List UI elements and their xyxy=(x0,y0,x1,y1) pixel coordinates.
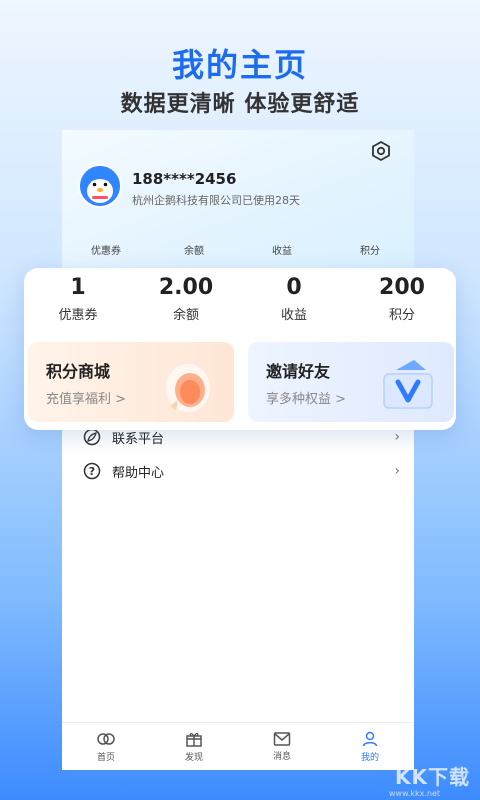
stat-income[interactable]: 0 收益 xyxy=(240,274,348,323)
mini-stat-coupon: 优惠券 xyxy=(91,246,121,257)
profile-header: 188****2456 杭州企鹅科技有限公司已使用28天 优惠券 余额 收益 积… xyxy=(62,130,414,280)
vip-card-icon xyxy=(383,360,433,409)
stat-value: 1 xyxy=(70,275,86,300)
stat-value: 0 xyxy=(286,275,302,300)
promo-title: 我的主页 xyxy=(171,46,308,84)
mail-icon xyxy=(273,732,291,746)
company-usage-text: 杭州企鹅科技有限公司已使用28天 xyxy=(132,194,300,207)
mini-stat-income: 收益 xyxy=(272,246,292,257)
tab-label: 我的 xyxy=(360,753,379,763)
tab-label: 首页 xyxy=(96,753,115,763)
stat-points[interactable]: 200 积分 xyxy=(348,274,456,323)
menu-list: 联系平台 › ? 帮助中心 › xyxy=(62,420,414,488)
mini-stats-row: 优惠券 余额 收益 积分 xyxy=(62,242,414,257)
avatar[interactable] xyxy=(78,164,122,208)
menu-item-label: 帮助中心 xyxy=(112,465,165,481)
stat-value: 200 xyxy=(379,275,425,300)
promo-subtitle: 数据更清晰 体验更舒适 xyxy=(120,92,360,117)
stat-balance[interactable]: 2.00 余额 xyxy=(132,274,240,323)
settings-icon xyxy=(372,140,390,162)
tab-label: 发现 xyxy=(184,753,203,763)
svg-text:?: ? xyxy=(89,465,95,478)
leaf-icon xyxy=(82,427,102,447)
stat-label: 积分 xyxy=(388,308,415,323)
gift-icon xyxy=(186,733,202,747)
stats-row: 1 优惠券 2.00 余额 0 收益 200 积分 xyxy=(24,274,456,323)
phone-screen: 188****2456 杭州企鹅科技有限公司已使用28天 优惠券 余额 收益 积… xyxy=(62,130,414,770)
stats-overlay-card: 1 优惠券 2.00 余额 0 收益 200 积分 积分商城 充值享福利 > 邀… xyxy=(24,268,456,430)
stat-coupon[interactable]: 1 优惠券 xyxy=(24,274,132,323)
watermark-logo: KK下载 xyxy=(395,765,470,789)
stat-label: 收益 xyxy=(280,308,307,323)
points-mall-card[interactable]: 积分商城 充值享福利 > xyxy=(28,342,234,422)
settings-button[interactable] xyxy=(368,138,394,164)
user-phone: 188****2456 xyxy=(132,170,237,188)
penguin-avatar-icon xyxy=(80,166,120,206)
bottom-tabbar: 首页 发现 消息 我的 xyxy=(62,722,414,770)
mini-stat-balance: 余额 xyxy=(184,246,204,257)
chevron-right-icon: › xyxy=(394,463,400,479)
invite-friends-card[interactable]: 邀请好友 享多种权益 > xyxy=(248,342,454,422)
tab-home[interactable]: 首页 xyxy=(62,723,150,770)
question-icon: ? xyxy=(82,461,102,481)
home-icon xyxy=(97,733,115,745)
menu-item-label: 联系平台 xyxy=(112,431,165,447)
stat-value: 2.00 xyxy=(158,275,214,300)
tab-messages[interactable]: 消息 xyxy=(238,723,326,770)
menu-item-help[interactable]: ? 帮助中心 › xyxy=(62,454,414,488)
tab-label: 消息 xyxy=(272,752,291,762)
stat-label: 优惠券 xyxy=(58,308,98,323)
mini-stat-points: 积分 xyxy=(360,246,380,257)
stat-label: 余额 xyxy=(172,308,199,323)
tab-discover[interactable]: 发现 xyxy=(150,723,238,770)
egg-mascot-icon xyxy=(166,364,210,412)
user-icon xyxy=(362,731,378,747)
watermark-url: www.kkx.net xyxy=(388,789,440,798)
chevron-right-icon: › xyxy=(394,429,400,445)
